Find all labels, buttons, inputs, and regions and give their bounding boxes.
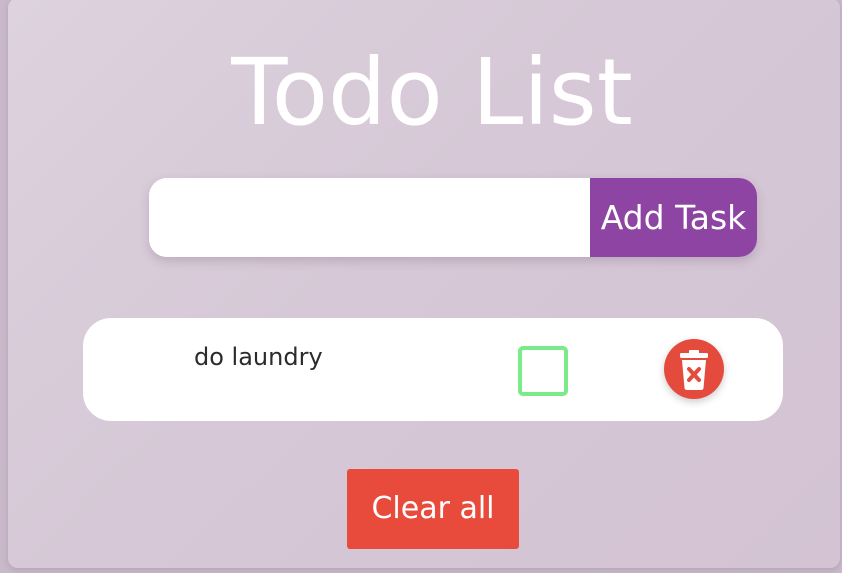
delete-task-button[interactable] (664, 339, 724, 399)
add-task-button[interactable]: Add Task (590, 178, 757, 257)
trash-icon (680, 350, 708, 390)
page-title: Todo List (231, 39, 633, 146)
add-task-form: Add Task (149, 178, 757, 257)
clear-all-button[interactable]: Clear all (347, 469, 519, 549)
task-item: do laundry (83, 318, 783, 421)
task-text: do laundry (194, 343, 323, 371)
task-checkbox[interactable] (518, 346, 568, 396)
todo-app: Todo List Add Task do laundry Clear all (8, 0, 840, 568)
task-input[interactable] (149, 178, 590, 257)
